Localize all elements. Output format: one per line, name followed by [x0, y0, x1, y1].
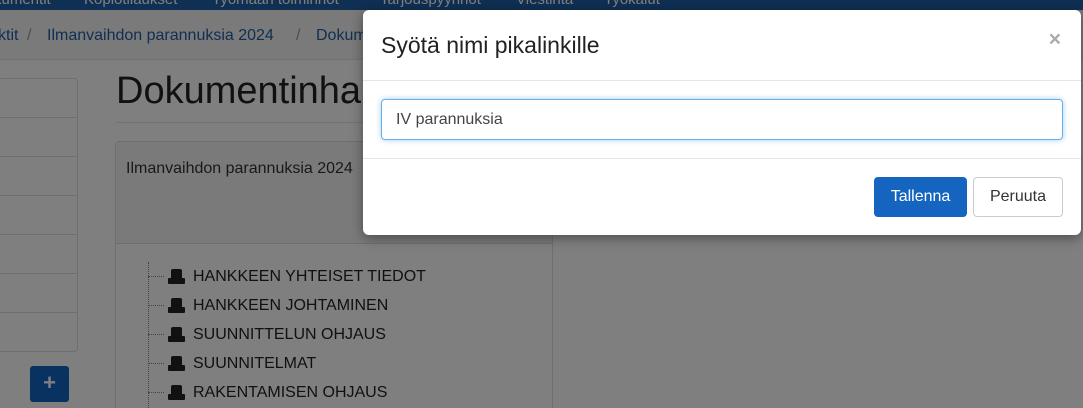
- cancel-button[interactable]: Peruuta: [973, 177, 1063, 217]
- modal-body: [363, 81, 1081, 159]
- modal-header: Syötä nimi pikalinkille ×: [363, 10, 1081, 81]
- modal-footer: Tallenna Peruuta: [363, 159, 1081, 235]
- close-icon[interactable]: ×: [1049, 28, 1061, 52]
- modal-title: Syötä nimi pikalinkille: [381, 32, 600, 58]
- quicklink-name-dialog: Syötä nimi pikalinkille × Tallenna Peruu…: [363, 10, 1081, 235]
- save-button[interactable]: Tallenna: [874, 177, 967, 217]
- quicklink-name-input[interactable]: [381, 99, 1063, 140]
